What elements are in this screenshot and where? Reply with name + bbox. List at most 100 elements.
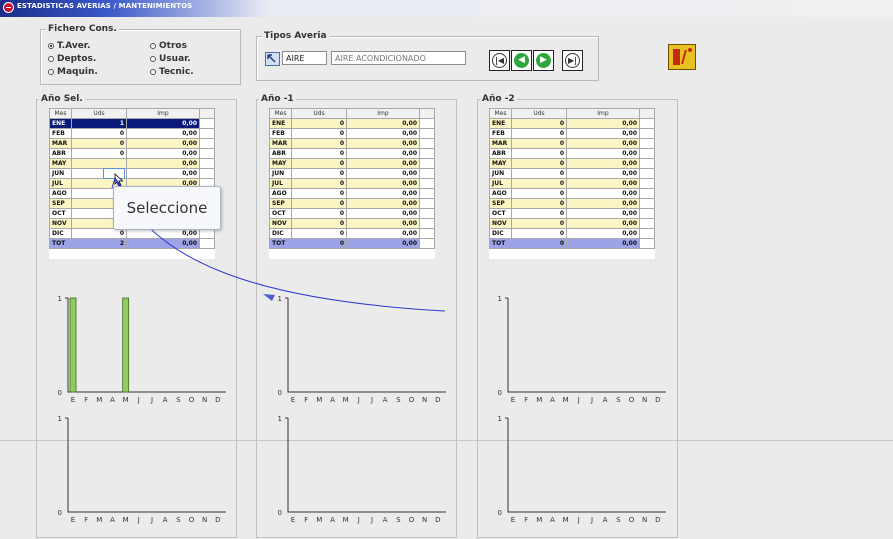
table-row[interactable]: ABR 0 0,00 [489, 148, 655, 159]
table-row[interactable]: SEP 0 0,00 [489, 198, 655, 209]
nav-prev-button[interactable]: ◀ [511, 50, 532, 71]
table-row[interactable]: AGO 0 0,00 [489, 188, 655, 199]
units-cell[interactable]: 0 [511, 188, 567, 199]
units-cell[interactable]: 0 [291, 148, 347, 159]
month-cell[interactable]: JUN [489, 168, 512, 179]
amount-cell[interactable]: 0,00 [566, 148, 640, 159]
nav-next-button[interactable]: ▶ [533, 50, 554, 71]
amount-cell[interactable]: 0,00 [566, 238, 640, 249]
units-cell[interactable]: 0 [71, 128, 127, 139]
month-cell[interactable]: AGO [269, 188, 292, 199]
radio-tecnic[interactable]: Tecnic. [150, 67, 194, 77]
units-cell[interactable]: 0 [511, 168, 567, 179]
nav-last-button[interactable]: ▶| [562, 50, 583, 71]
units-cell[interactable]: 0 [71, 228, 127, 239]
radio-taver-dot[interactable] [48, 43, 54, 49]
amount-cell[interactable]: 0,00 [346, 218, 420, 229]
table-row[interactable]: AGO 0 0,00 [269, 188, 435, 199]
units-cell[interactable]: 0 [291, 188, 347, 199]
table-row[interactable]: TOT 2 0,00 [49, 238, 215, 249]
month-cell[interactable]: NOV [269, 218, 292, 229]
units-cell[interactable]: 0 [291, 198, 347, 209]
table-row[interactable]: NOV00,00 [489, 218, 655, 229]
amount-cell[interactable]: 0,00 [346, 128, 420, 139]
units-cell[interactable]: 0 [71, 138, 127, 149]
month-cell[interactable]: MAY [49, 158, 72, 169]
month-cell[interactable]: ABR [489, 148, 512, 159]
month-cell[interactable]: FEB [489, 128, 512, 139]
radio-deptos[interactable]: Deptos. [48, 54, 96, 64]
units-cell[interactable]: 0 [511, 218, 567, 229]
month-cell[interactable]: MAR [489, 138, 512, 149]
table-row[interactable]: MAR 0 0,00 [49, 138, 215, 149]
table-row[interactable]: JUL 0 0,00 [489, 178, 655, 189]
month-cell[interactable]: DIC [489, 228, 512, 239]
amount-cell[interactable]: 0,00 [566, 118, 640, 129]
month-cell[interactable]: JUL [49, 178, 72, 189]
amount-cell[interactable]: 0,00 [346, 188, 420, 199]
units-cell[interactable]: 0 [291, 218, 347, 229]
table-row[interactable]: NOV00,00 [269, 218, 435, 229]
month-cell[interactable]: TOT [489, 238, 512, 249]
amount-cell[interactable]: 0,00 [126, 228, 200, 239]
amount-cell[interactable]: 0,00 [346, 158, 420, 169]
table-row[interactable]: MAY 0,00 [49, 158, 215, 169]
table-row[interactable]: ENE 0 0,00 [269, 118, 435, 129]
table-row[interactable]: JUN 0 0,00 [269, 168, 435, 179]
radio-otros-dot[interactable] [150, 43, 156, 49]
month-cell[interactable]: ENE [269, 118, 292, 129]
amount-cell[interactable]: 0,00 [346, 118, 420, 129]
month-cell[interactable]: OCT [269, 208, 292, 219]
units-cell[interactable]: 0 [291, 128, 347, 139]
month-cell[interactable]: JUL [489, 178, 512, 189]
units-cell[interactable]: 0 [511, 198, 567, 209]
month-cell[interactable]: MAR [49, 138, 72, 149]
month-cell[interactable]: FEB [269, 128, 292, 139]
month-cell[interactable]: MAY [269, 158, 292, 169]
amount-cell[interactable]: 0,00 [566, 138, 640, 149]
month-cell[interactable]: SEP [49, 198, 72, 209]
table-row[interactable]: TOT 0 0,00 [489, 238, 655, 249]
month-cell[interactable]: TOT [49, 238, 72, 249]
table-row[interactable]: ENE 1 0,00 [49, 118, 215, 129]
amount-cell[interactable]: 0,00 [346, 178, 420, 189]
amount-cell[interactable]: 0,00 [126, 158, 200, 169]
month-cell[interactable]: FEB [49, 128, 72, 139]
units-cell[interactable]: 0 [511, 118, 567, 129]
month-cell[interactable]: JUN [269, 168, 292, 179]
monthly-table[interactable]: Mes Uds Imp ENE 1 0,00 FEB 0 0,00 MAR 0 0,00 ABR 0 0,0… [49, 108, 215, 259]
radio-maquin[interactable]: Maquin. [48, 67, 98, 77]
units-cell[interactable]: 0 [511, 208, 567, 219]
amount-cell[interactable]: 0,00 [566, 168, 640, 179]
units-cell[interactable]: 0 [511, 238, 567, 249]
table-row[interactable]: MAR 0 0,00 [489, 138, 655, 149]
units-cell[interactable]: 0 [291, 208, 347, 219]
units-cell[interactable]: 0 [291, 138, 347, 149]
table-row[interactable]: FEB 0 0,00 [489, 128, 655, 139]
month-cell[interactable]: OCT [489, 208, 512, 219]
units-cell[interactable]: 0 [511, 158, 567, 169]
tipo-code-field[interactable]: AIRE [282, 51, 327, 65]
amount-cell[interactable]: 0,00 [566, 218, 640, 229]
units-cell[interactable]: 0 [511, 128, 567, 139]
table-row[interactable]: FEB 0 0,00 [269, 128, 435, 139]
units-cell[interactable]: 0 [511, 138, 567, 149]
units-cell[interactable]: 2 [71, 238, 127, 249]
table-row[interactable]: OCT00,00 [269, 208, 435, 219]
amount-cell[interactable]: 0,00 [566, 188, 640, 199]
month-cell[interactable]: NOV [49, 218, 72, 229]
units-cell[interactable]: 0 [291, 168, 347, 179]
table-row[interactable]: JUN 0 0,00 [489, 168, 655, 179]
radio-maquin-dot[interactable] [48, 69, 54, 75]
table-row[interactable]: FEB 0 0,00 [49, 128, 215, 139]
month-cell[interactable]: SEP [269, 198, 292, 209]
amount-cell[interactable]: 0,00 [566, 208, 640, 219]
amount-cell[interactable]: 0,00 [566, 158, 640, 169]
month-cell[interactable]: ABR [49, 148, 72, 159]
month-cell[interactable]: AGO [489, 188, 512, 199]
table-row[interactable]: DIC 0 0,00 [489, 228, 655, 239]
tipo-description-field[interactable]: AIRE ACONDICIONADO [331, 51, 466, 65]
monthly-table[interactable]: Mes Uds Imp ENE 0 0,00 FEB 0 0,00 MAR 0 0,00 ABR 0 0,0… [489, 108, 655, 259]
amount-cell[interactable]: 0,00 [566, 128, 640, 139]
table-row[interactable]: DIC 0 0,00 [49, 228, 215, 239]
